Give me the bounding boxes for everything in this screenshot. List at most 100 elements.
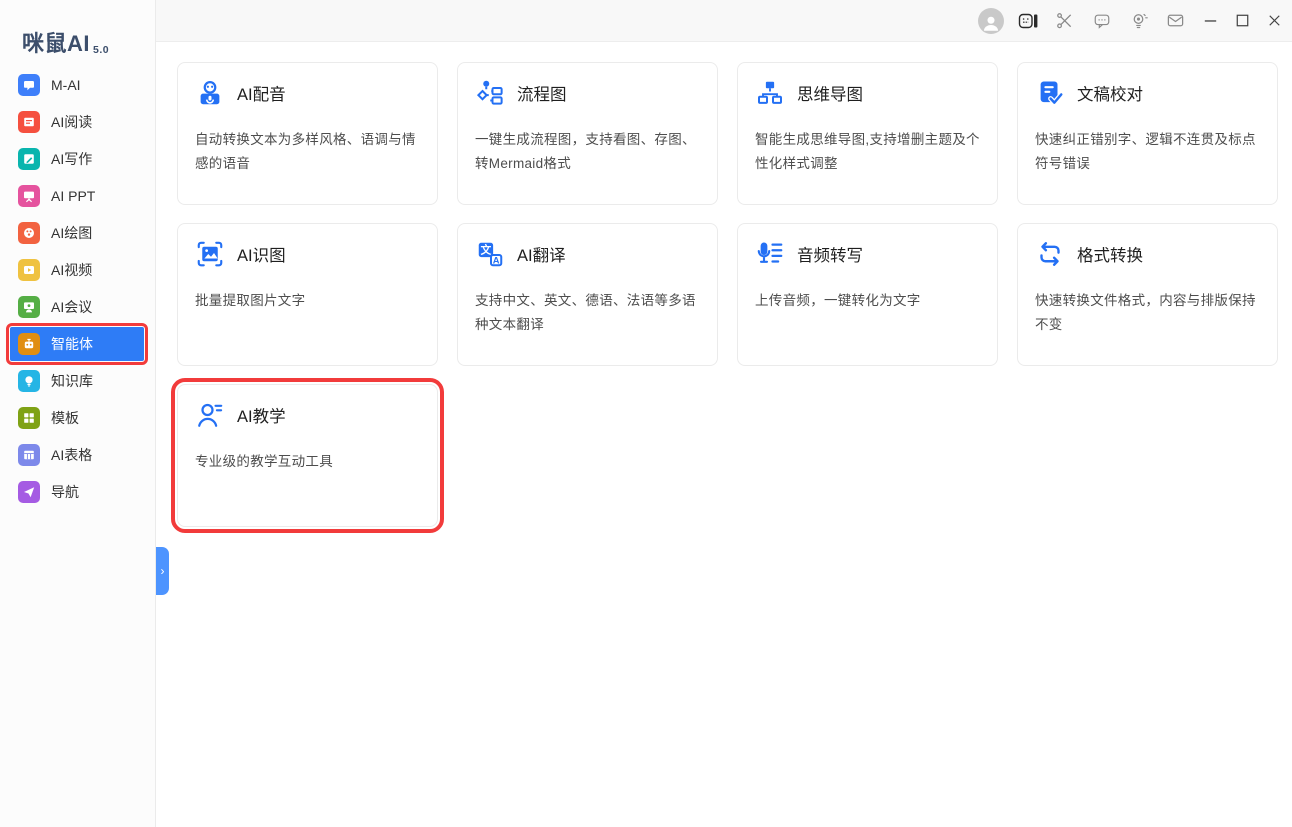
tips-lamp-icon[interactable] [1120, 5, 1157, 37]
card-title: AI配音 [237, 81, 286, 105]
svg-text:文: 文 [480, 244, 492, 257]
feature-card-格式转换[interactable]: 格式转换快速转换文件格式，内容与排版保持不变 [1017, 223, 1278, 366]
knowledge-icon [18, 370, 40, 392]
ppt-icon [18, 185, 40, 207]
card-description: 批量提取图片文字 [195, 289, 420, 313]
sidebar-item-AI会议[interactable]: AI会议 [10, 290, 144, 324]
right-pane: AI配音自动转换文本为多样风格、语调与情感的语音流程图一键生成流程图，支持看图、… [156, 0, 1292, 827]
sidebar-item-label: 导航 [51, 482, 79, 502]
card-header: AI配音 [195, 78, 420, 108]
card-title: 格式转换 [1077, 242, 1143, 266]
sidebar-item-label: AI写作 [51, 149, 92, 169]
card-header: 格式转换 [1035, 239, 1260, 269]
feature-card-流程图[interactable]: 流程图一键生成流程图，支持看图、存图、转Mermaid格式 [457, 62, 718, 205]
card-description: 一键生成流程图，支持看图、存图、转Mermaid格式 [475, 128, 700, 175]
sidebar-item-AI阅读[interactable]: AI阅读 [10, 105, 144, 139]
sidebar: 咪鼠AI 5.0 M-AI AI阅读 AI写作 AI PPT AI绘图 AI视频 AI会议智… [0, 0, 156, 827]
card-title: 流程图 [517, 81, 567, 105]
image-ocr-icon [195, 239, 225, 269]
card-title: AI教学 [237, 403, 286, 427]
feature-card-AI识图[interactable]: AI识图批量提取图片文字 [177, 223, 438, 366]
sidebar-item-知识库[interactable]: 知识库 [10, 364, 144, 398]
app-logo-text: 咪鼠AI [22, 26, 90, 58]
sidebar-item-label: AI阅读 [51, 112, 92, 132]
sidebar-item-label: AI PPT [51, 188, 95, 204]
sidebar-expand-handle[interactable]: › [156, 547, 169, 595]
sidebar-item-label: 模板 [51, 408, 79, 428]
template-icon [18, 407, 40, 429]
app-logo: 咪鼠AI 5.0 [0, 0, 155, 58]
sidebar-item-AI表格[interactable]: AI表格 [10, 438, 144, 472]
mindmap-icon [755, 78, 785, 108]
close-button[interactable] [1258, 5, 1290, 37]
feature-card-音频转写[interactable]: 音频转写上传音频，一键转化为文字 [737, 223, 998, 366]
feedback-bubble-icon[interactable] [1083, 5, 1120, 37]
card-title: 文稿校对 [1077, 81, 1143, 105]
sidebar-item-AI写作[interactable]: AI写作 [10, 142, 144, 176]
sidebar-item-label: AI绘图 [51, 223, 92, 243]
agent-icon [18, 333, 40, 355]
sidebar-item-AI视频[interactable]: AI视频 [10, 253, 144, 287]
sidebar-item-label: AI表格 [51, 445, 92, 465]
sidebar-item-AI PPT[interactable]: AI PPT [10, 179, 144, 213]
titlebar [156, 0, 1292, 42]
video-icon [18, 259, 40, 281]
sidebar-item-导航[interactable]: 导航 [10, 475, 144, 509]
flowchart-icon [475, 78, 505, 108]
chevron-right-icon: › [161, 564, 165, 578]
card-title: 思维导图 [797, 81, 863, 105]
feature-card-AI教学[interactable]: AI教学专业级的教学互动工具 [177, 384, 438, 527]
reader-icon [18, 111, 40, 133]
sidebar-item-label: AI视频 [51, 260, 92, 280]
card-title: 音频转写 [797, 242, 863, 266]
svg-text:A: A [493, 256, 500, 266]
feature-card-AI翻译[interactable]: 文A AI翻译支持中文、英文、德语、法语等多语种文本翻译 [457, 223, 718, 366]
sidebar-item-智能体[interactable]: 智能体 [10, 327, 144, 361]
card-header: 音频转写 [755, 239, 980, 269]
chat-icon [18, 74, 40, 96]
table-icon [18, 444, 40, 466]
sidebar-item-label: 知识库 [51, 371, 93, 391]
app-window: 咪鼠AI 5.0 M-AIAI阅读AI写作AI PPTAI绘图AI视频AI会议智… [0, 0, 1292, 827]
card-description: 支持中文、英文、德语、法语等多语种文本翻译 [475, 289, 700, 336]
avatar [978, 8, 1004, 34]
navigate-icon [18, 481, 40, 503]
format-convert-icon [1035, 239, 1065, 269]
sidebar-item-label: AI会议 [51, 297, 92, 317]
tools-icon[interactable] [1046, 5, 1083, 37]
feature-card-思维导图[interactable]: 思维导图智能生成思维导图,支持增删主题及个性化样式调整 [737, 62, 998, 205]
ai-teaching-icon [195, 400, 225, 430]
sidebar-item-模板[interactable]: 模板 [10, 401, 144, 435]
main-content: AI配音自动转换文本为多样风格、语调与情感的语音流程图一键生成流程图，支持看图、… [156, 42, 1292, 827]
sidebar-item-M-AI[interactable]: M-AI [10, 68, 144, 102]
meeting-icon [18, 296, 40, 318]
feature-card-AI配音[interactable]: AI配音自动转换文本为多样风格、语调与情感的语音 [177, 62, 438, 205]
maximize-button[interactable] [1226, 5, 1258, 37]
card-description: 快速纠正错别字、逻辑不连贯及标点符号错误 [1035, 128, 1260, 175]
card-header: 文A AI翻译 [475, 239, 700, 269]
palette-icon [18, 222, 40, 244]
sidebar-item-label: M-AI [51, 77, 81, 93]
mail-icon[interactable] [1157, 5, 1194, 37]
card-header: AI教学 [195, 400, 420, 430]
write-icon [18, 148, 40, 170]
sidebar-nav: M-AI AI阅读 AI写作 AI PPT AI绘图 AI视频 AI会议智能体知识库模板 AI… [0, 68, 155, 509]
app-version: 5.0 [93, 44, 109, 58]
card-title: AI翻译 [517, 242, 566, 266]
card-description: 智能生成思维导图,支持增删主题及个性化样式调整 [755, 128, 980, 175]
audio-transcribe-icon [755, 239, 785, 269]
minimize-button[interactable] [1194, 5, 1226, 37]
feature-card-文稿校对[interactable]: 文稿校对快速纠正错别字、逻辑不连贯及标点符号错误 [1017, 62, 1278, 205]
card-header: AI识图 [195, 239, 420, 269]
card-header: 流程图 [475, 78, 700, 108]
card-header: 思维导图 [755, 78, 980, 108]
card-description: 专业级的教学互动工具 [195, 450, 420, 474]
translate-icon: 文A [475, 239, 505, 269]
user-avatar-icon[interactable] [972, 5, 1009, 37]
mouse-device-icon[interactable] [1009, 5, 1046, 37]
card-description: 自动转换文本为多样风格、语调与情感的语音 [195, 128, 420, 175]
sidebar-item-label: 智能体 [51, 334, 93, 354]
card-header: 文稿校对 [1035, 78, 1260, 108]
card-description: 上传音频，一键转化为文字 [755, 289, 980, 313]
sidebar-item-AI绘图[interactable]: AI绘图 [10, 216, 144, 250]
